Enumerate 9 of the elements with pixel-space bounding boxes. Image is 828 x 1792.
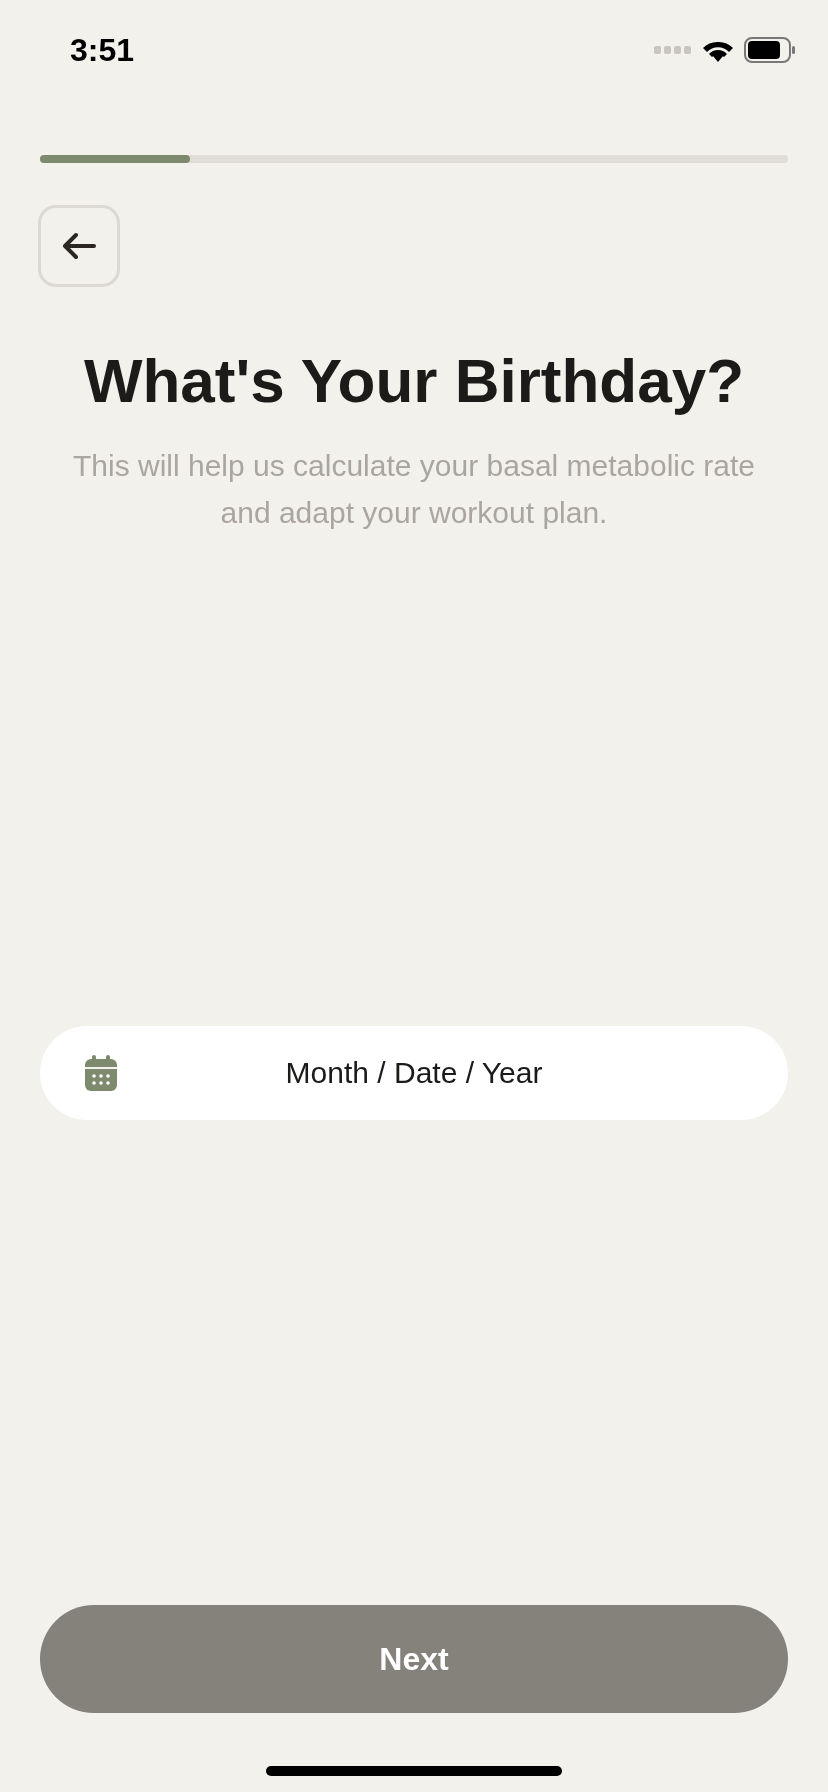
calendar-icon — [85, 1054, 117, 1091]
date-field[interactable]: Month / Date / Year — [40, 1025, 788, 1120]
battery-icon — [744, 37, 796, 63]
page-subtitle: This will help us calculate your basal metabolic rate and adapt your workout plan. — [72, 447, 756, 531]
back-arrow-icon — [62, 232, 96, 260]
back-button[interactable] — [38, 205, 120, 287]
signal-icon — [654, 45, 692, 55]
page-title: What's Your Birthday? — [82, 345, 746, 417]
status-time: 3:51 — [70, 31, 135, 70]
